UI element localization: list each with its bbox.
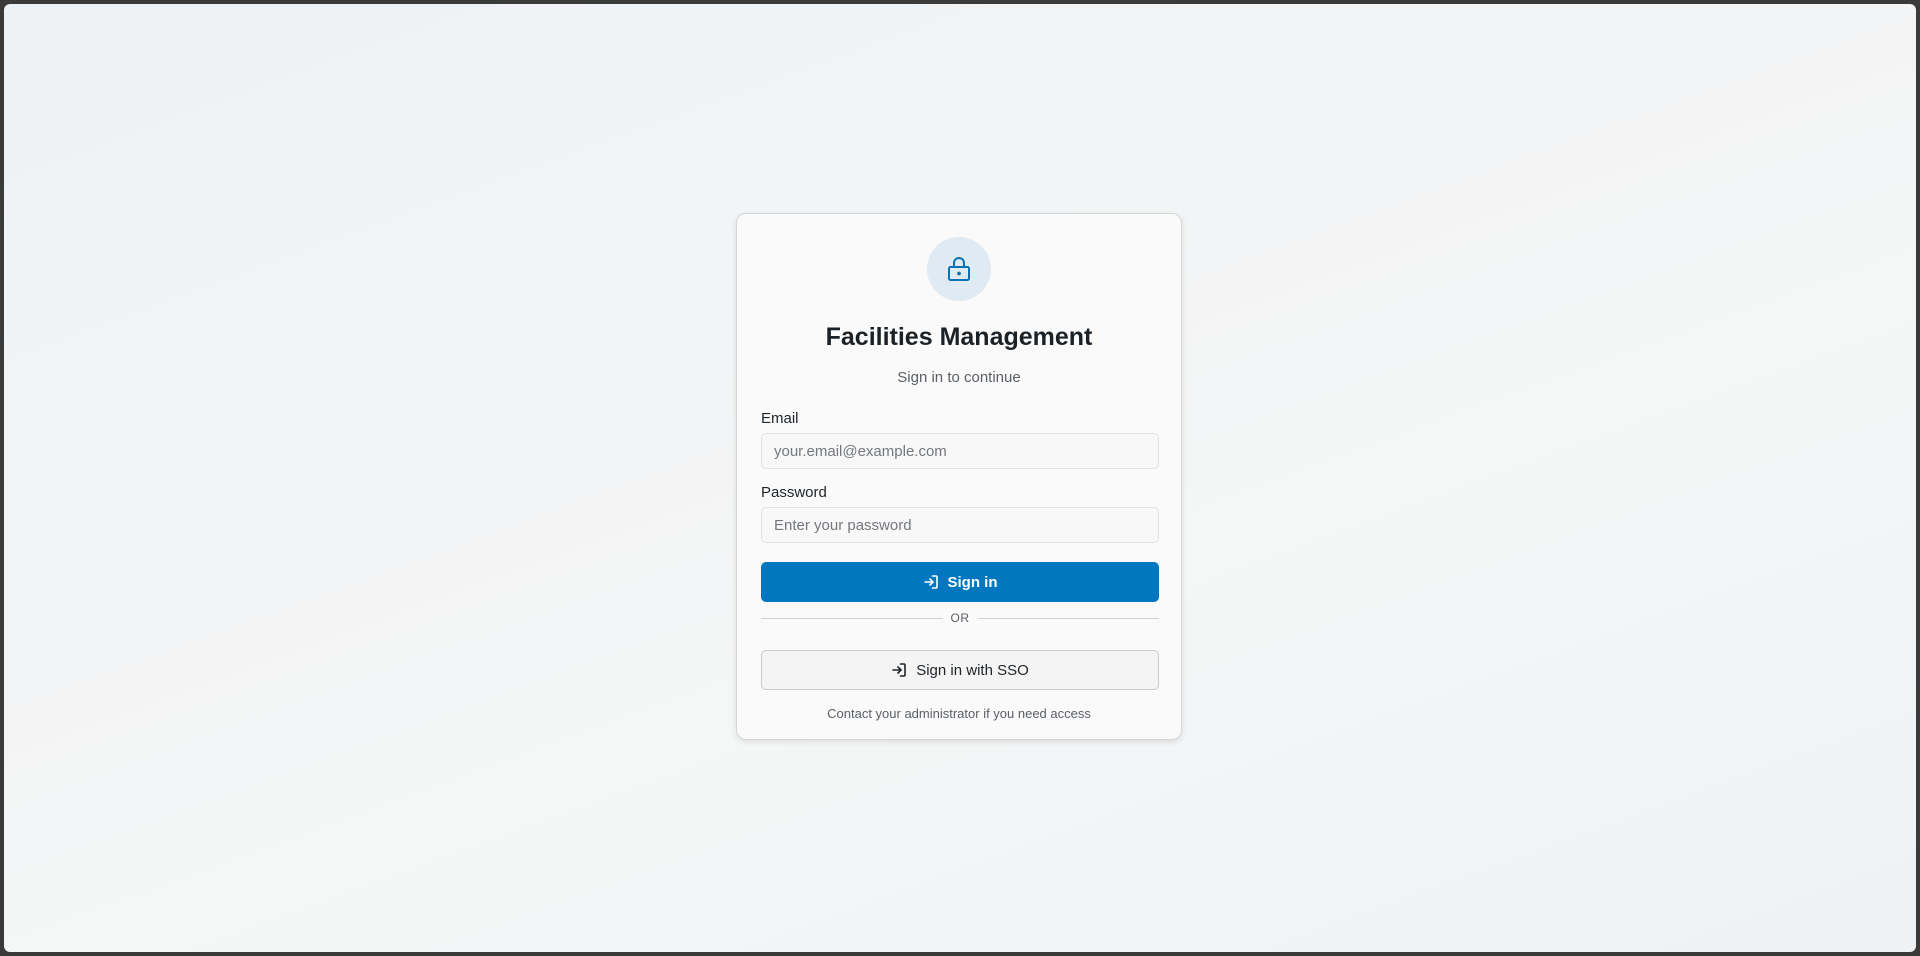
password-label: Password — [761, 484, 827, 501]
password-field[interactable] — [761, 507, 1159, 543]
login-icon — [923, 574, 939, 590]
sso-sign-in-button[interactable]: Sign in with SSO — [761, 650, 1159, 690]
page-title: Facilities Management — [825, 323, 1093, 351]
sso-label: Sign in with SSO — [916, 661, 1029, 679]
lock-badge — [927, 237, 991, 301]
access-help-text: Contact your administrator if you need a… — [827, 706, 1091, 721]
sign-in-label: Sign in — [947, 573, 998, 591]
login-icon — [891, 662, 907, 678]
app-window: Facilities Management Sign in to continu… — [4, 4, 1916, 952]
email-label: Email — [761, 410, 799, 427]
email-field[interactable] — [761, 433, 1159, 469]
lock-icon — [946, 255, 972, 283]
login-card: Facilities Management Sign in to continu… — [736, 213, 1182, 740]
divider-text: OR — [950, 611, 970, 625]
divider-line-left — [761, 617, 943, 619]
sign-in-button[interactable]: Sign in — [761, 562, 1159, 602]
page-subtitle: Sign in to continue — [897, 369, 1021, 386]
divider-line-right — [977, 617, 1159, 619]
or-divider: OR — [761, 608, 1159, 628]
